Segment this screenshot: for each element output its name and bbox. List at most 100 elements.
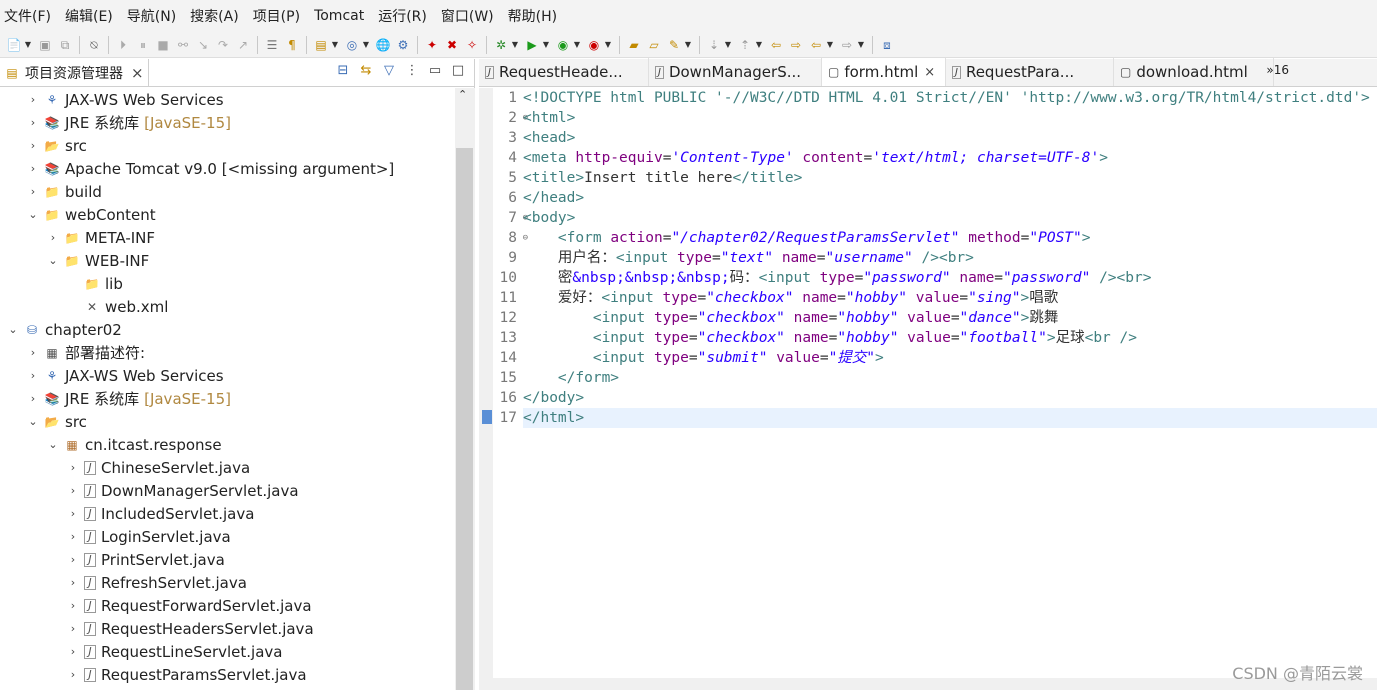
chevron-down-icon[interactable]: ⌄: [46, 438, 60, 451]
close-icon[interactable]: ×: [924, 65, 935, 80]
maximize-icon[interactable]: □: [450, 63, 466, 78]
chevron-right-icon[interactable]: ›: [26, 93, 40, 106]
chevron-right-icon[interactable]: ›: [66, 622, 80, 635]
tree-item[interactable]: ⌄ 📂 src: [0, 410, 455, 433]
tree-item[interactable]: ⌄ 📁 WEB-INF: [0, 249, 455, 272]
chevron-right-icon[interactable]: ›: [26, 346, 40, 359]
tree-item[interactable]: › J RefreshServlet.java: [0, 571, 455, 594]
code-line[interactable]: </head>: [523, 188, 1377, 208]
code-line[interactable]: </body>: [523, 388, 1377, 408]
save-icon[interactable]: ▣: [37, 37, 53, 53]
chevron-right-icon[interactable]: ›: [26, 139, 40, 152]
tomcat-stop-icon[interactable]: ✖: [444, 37, 460, 53]
code-editor[interactable]: 1 2 ⊖ 3 4 5 6 7 ⊖ 8 ⊖ 9 10 11 12 13 14 15 16 17 <!DOCTYPE h…: [479, 88, 1377, 678]
open-type-icon[interactable]: ▰: [626, 37, 642, 53]
debug-dropdown-icon[interactable]: ▼: [511, 37, 519, 53]
tree-item[interactable]: › ⚘ JAX-WS Web Services: [0, 364, 455, 387]
menu-item[interactable]: 窗口(W): [441, 6, 494, 26]
open-task-icon[interactable]: ☰: [264, 37, 280, 53]
open-folder-icon[interactable]: ▱: [646, 37, 662, 53]
editor-tab[interactable]: ▢ download.html: [1114, 58, 1274, 86]
scrollbar-thumb[interactable]: [456, 148, 473, 690]
tree-item[interactable]: › 📚 JRE 系统库 [JavaSE-15]: [0, 387, 455, 410]
code-line[interactable]: </html>: [523, 408, 1377, 428]
coverage-dropdown-icon[interactable]: ▼: [573, 37, 581, 53]
tree-item[interactable]: › 📁 build: [0, 180, 455, 203]
chevron-right-icon[interactable]: ›: [66, 599, 80, 612]
scroll-up-icon[interactable]: ⌃: [458, 88, 467, 101]
previous-annotation-icon[interactable]: ⇡: [737, 37, 753, 53]
open-perspective-icon[interactable]: ⧈: [879, 37, 895, 53]
chevron-right-icon[interactable]: ›: [26, 369, 40, 382]
forward-dropdown-icon[interactable]: ▼: [857, 37, 865, 53]
code-line[interactable]: <title>Insert title here</title>: [523, 168, 1377, 188]
tree-item[interactable]: › J RequestLineServlet.java: [0, 640, 455, 663]
external-tools-dropdown-icon[interactable]: ▼: [604, 37, 612, 53]
code-line[interactable]: <body>: [523, 208, 1377, 228]
coverage-icon[interactable]: ◉: [555, 37, 571, 53]
run-icon[interactable]: ▶: [524, 37, 540, 53]
menu-item[interactable]: 运行(R): [378, 6, 427, 26]
menu-item[interactable]: 项目(P): [253, 6, 300, 26]
tree-item[interactable]: › J DownManagerServlet.java: [0, 479, 455, 502]
code-line[interactable]: 密&nbsp;&nbsp;&nbsp;码：<input type="passwo…: [523, 268, 1377, 288]
tab-overflow-button[interactable]: »16: [1266, 63, 1289, 77]
code-line[interactable]: <input type="checkbox" name="hobby" valu…: [523, 308, 1377, 328]
filter-icon[interactable]: ▽: [381, 63, 397, 78]
tab-project-explorer[interactable]: ▤ 项目资源管理器 ×: [0, 58, 149, 87]
suspend-icon[interactable]: ⏸: [135, 37, 151, 53]
browser-icon[interactable]: 🌐: [375, 37, 391, 53]
chevron-right-icon[interactable]: ›: [26, 392, 40, 405]
code-line[interactable]: <input type="checkbox" name="hobby" valu…: [523, 328, 1377, 348]
back-dropdown-icon[interactable]: ▼: [826, 37, 834, 53]
code-line[interactable]: <html>: [523, 108, 1377, 128]
minimize-icon[interactable]: ▭: [427, 63, 443, 78]
code-line[interactable]: <input type="submit" value="提交">: [523, 348, 1377, 368]
tree-scrollbar[interactable]: ⌃: [455, 88, 475, 690]
search-icon[interactable]: ✎: [666, 37, 682, 53]
chevron-down-icon[interactable]: ⌄: [6, 323, 20, 336]
previous-annotation-dropdown-icon[interactable]: ▼: [755, 37, 763, 53]
tree-item[interactable]: › 📚 JRE 系统库 [JavaSE-15]: [0, 111, 455, 134]
link-with-editor-icon[interactable]: ⇆: [358, 63, 374, 78]
tree-item[interactable]: › 📁 META-INF: [0, 226, 455, 249]
tree-item[interactable]: › J IncludedServlet.java: [0, 502, 455, 525]
chevron-right-icon[interactable]: ›: [66, 668, 80, 681]
web-dropdown-icon[interactable]: ▼: [362, 37, 370, 53]
back-icon[interactable]: ⇦: [808, 37, 824, 53]
menu-item[interactable]: 编辑(E): [65, 6, 113, 26]
code-line[interactable]: <!DOCTYPE html PUBLIC '-//W3C//DTD HTML …: [523, 88, 1377, 108]
chevron-right-icon[interactable]: ›: [66, 553, 80, 566]
menu-item[interactable]: Tomcat: [314, 8, 364, 24]
debug-icon[interactable]: ✲: [493, 37, 509, 53]
external-tools-icon[interactable]: ◉: [586, 37, 602, 53]
tree-item[interactable]: › J PrintServlet.java: [0, 548, 455, 571]
forward-icon[interactable]: ⇨: [839, 37, 855, 53]
search-dropdown-icon[interactable]: ▼: [684, 37, 692, 53]
step-over-icon[interactable]: ↷: [215, 37, 231, 53]
tree-item[interactable]: › ▦ 部署描述符:: [0, 341, 455, 364]
tree-item[interactable]: › ⚘ JAX-WS Web Services: [0, 88, 455, 111]
tree-item[interactable]: › 📚 Apache Tomcat v9.0 [<missing argument>…: [0, 157, 455, 180]
server-dropdown-icon[interactable]: ▼: [331, 37, 339, 53]
code-line[interactable]: <head>: [523, 128, 1377, 148]
step-into-icon[interactable]: ↘: [195, 37, 211, 53]
run-dropdown-icon[interactable]: ▼: [542, 37, 550, 53]
tree-item[interactable]: ⌄ 📁 webContent: [0, 203, 455, 226]
tomcat-restart-icon[interactable]: ✧: [464, 37, 480, 53]
tree-item[interactable]: ⌄ ▦ cn.itcast.response: [0, 433, 455, 456]
new-dropdown-icon[interactable]: ▼: [24, 37, 32, 53]
new-web-icon[interactable]: ◎: [344, 37, 360, 53]
tree-item[interactable]: › J RequestParamsServlet.java: [0, 663, 455, 686]
chevron-right-icon[interactable]: ›: [26, 162, 40, 175]
close-icon[interactable]: ×: [131, 64, 144, 82]
tree-item[interactable]: › J ChineseServlet.java: [0, 456, 455, 479]
chevron-right-icon[interactable]: ›: [66, 507, 80, 520]
step-return-icon[interactable]: ↗: [235, 37, 251, 53]
last-edit-forward-icon[interactable]: ⇨: [788, 37, 804, 53]
chevron-right-icon[interactable]: ›: [26, 116, 40, 129]
tree-item[interactable]: ⌄ ⛁ chapter02: [0, 318, 455, 341]
tree-item[interactable]: › J LoginServlet.java: [0, 525, 455, 548]
tree-item[interactable]: › J RequestHeadersServlet.java: [0, 617, 455, 640]
editor-tab[interactable]: ▢ form.html ×: [822, 58, 946, 86]
